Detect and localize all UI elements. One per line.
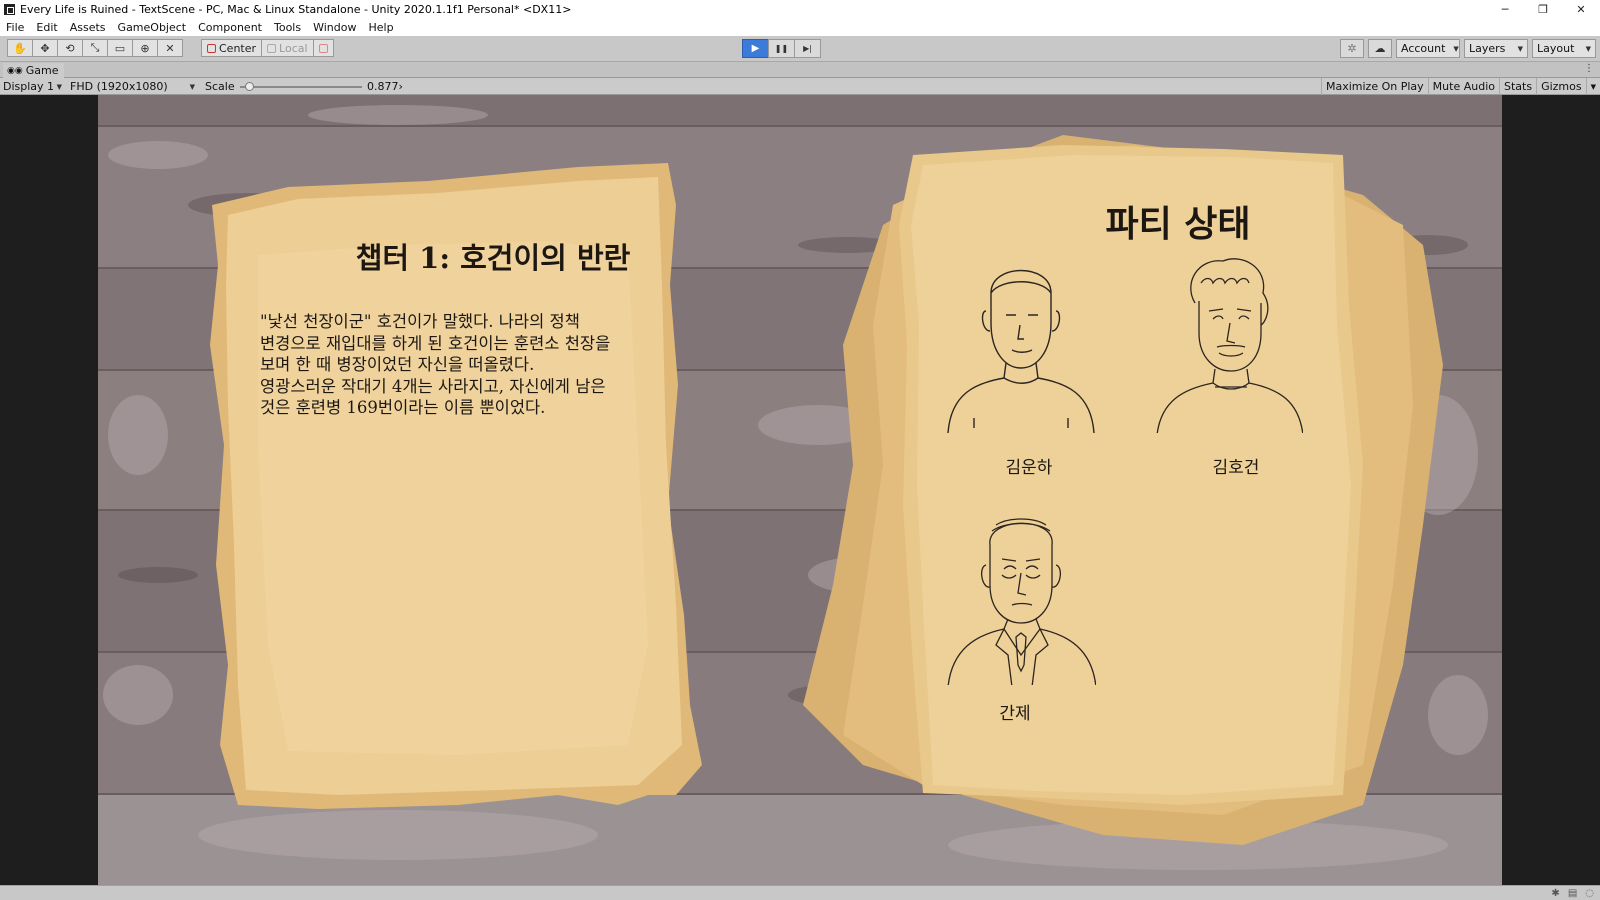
- gamepad-icon: ◉◉: [7, 65, 23, 76]
- layout-label: Layout: [1537, 42, 1575, 55]
- rotation-icon: [267, 43, 277, 53]
- tab-game[interactable]: ◉◉ Game: [3, 63, 65, 78]
- display-dropdown[interactable]: Display 1 ▼: [0, 79, 65, 94]
- menu-help[interactable]: Help: [362, 21, 399, 34]
- minimize-button[interactable]: ─: [1486, 0, 1524, 19]
- chapter-title: 챕터 1: 호건이의 반란: [355, 241, 631, 275]
- status-bar: ✱ ▤ ◌: [0, 885, 1600, 900]
- chevron-down-icon: ▼: [1517, 44, 1523, 53]
- maximize-on-play-toggle[interactable]: Maximize On Play: [1320, 78, 1428, 95]
- scale-tool-button[interactable]: ⤡: [82, 39, 108, 57]
- resolution-label: FHD (1920x1080): [70, 80, 168, 93]
- move-tool-button[interactable]: ✥: [32, 39, 58, 57]
- rotation-label: Local: [279, 41, 308, 55]
- scale-label: Scale: [205, 80, 235, 93]
- menu-window[interactable]: Window: [307, 21, 362, 34]
- step-button[interactable]: ▶|: [794, 39, 821, 58]
- grid-snap-button[interactable]: [312, 39, 334, 57]
- game-view-toggles: Maximize On Play Mute Audio Stats Gizmos…: [1320, 78, 1600, 95]
- pivot-center-button[interactable]: Center: [201, 39, 263, 57]
- chevron-down-icon: ▼: [1453, 44, 1459, 53]
- unity-app-icon: [4, 4, 15, 15]
- status-icons: ✱ ▤ ◌: [1551, 888, 1594, 899]
- story-text: "낯선 천장이군" 호건이가 말했다. 나라의 정책 변경으로 재입대를 하게 …: [260, 312, 611, 417]
- layers-dropdown[interactable]: Layers ▼: [1464, 39, 1528, 58]
- scale-slider[interactable]: [240, 82, 362, 91]
- layout-dropdown[interactable]: Layout ▼: [1532, 39, 1596, 58]
- chevron-down-icon: ▼: [56, 82, 62, 91]
- transform-tools: ✋ ✥ ⟲ ⤡ ▭ ⊕ ✕: [7, 39, 183, 57]
- tab-menu-icon[interactable]: ⋮: [1584, 63, 1594, 74]
- bug-icon[interactable]: ✱: [1551, 888, 1559, 899]
- pivot-controls: Center Local: [201, 39, 334, 57]
- gizmos-toggle[interactable]: Gizmos: [1536, 78, 1586, 95]
- hand-tool-button[interactable]: ✋: [7, 39, 33, 57]
- game-render[interactable]: 챕터 1: 호건이의 반란 "낯선 천장이군" 호건이가 말했다. 나라의 정책…: [98, 95, 1502, 885]
- stats-toggle[interactable]: Stats: [1498, 78, 1536, 95]
- play-controls: ▶ ❚❚ ▶|: [742, 39, 821, 58]
- play-button[interactable]: ▶: [742, 39, 769, 58]
- menu-file[interactable]: File: [0, 21, 30, 34]
- curly-hair-man-portrait: [1156, 258, 1303, 433]
- menu-gameobject[interactable]: GameObject: [112, 21, 193, 34]
- party-title: 파티 상태: [1105, 203, 1251, 245]
- display-label: Display 1: [3, 80, 55, 93]
- cloud-icon[interactable]: ☁: [1368, 39, 1392, 58]
- chevron-down-icon: ▼: [1585, 44, 1591, 53]
- window-titlebar: Every Life is Ruined - TextScene - PC, M…: [0, 0, 1600, 19]
- menu-tools[interactable]: Tools: [268, 21, 307, 34]
- console-icon[interactable]: ▤: [1568, 888, 1577, 899]
- window-controls: ─ ❐ ✕: [1486, 0, 1600, 19]
- pivot-icon: [207, 43, 216, 53]
- menu-assets[interactable]: Assets: [64, 21, 112, 34]
- grid-snap-icon: [318, 43, 328, 53]
- scale-value: 0.877›: [367, 80, 403, 93]
- resolution-dropdown[interactable]: FHD (1920x1080) ▼: [67, 79, 198, 94]
- old-man-suit-portrait: [947, 518, 1096, 685]
- layers-label: Layers: [1469, 42, 1506, 55]
- rotate-tool-button[interactable]: ⟲: [57, 39, 83, 57]
- chevron-down-icon: ▼: [189, 82, 195, 91]
- pivot-label: Center: [219, 41, 257, 55]
- party-member-name: 김운하: [1005, 458, 1053, 478]
- party-member-name: 간제: [999, 704, 1031, 724]
- young-man-portrait: [947, 269, 1095, 433]
- rect-tool-button[interactable]: ▭: [107, 39, 133, 57]
- game-view-toolbar: Display 1 ▼ FHD (1920x1080) ▼ Scale 0.877›…: [0, 78, 1600, 95]
- right-toolbar: ✲ ☁ Account ▼ Layers ▼ Layout ▼: [1340, 39, 1600, 58]
- collab-icon[interactable]: ✲: [1340, 39, 1364, 58]
- account-dropdown[interactable]: Account ▼: [1396, 39, 1460, 58]
- close-button[interactable]: ✕: [1562, 0, 1600, 19]
- refresh-icon[interactable]: ◌: [1585, 888, 1594, 899]
- scale-slider-thumb[interactable]: [244, 82, 254, 91]
- tab-game-label: Game: [25, 64, 59, 77]
- mute-audio-toggle[interactable]: Mute Audio: [1427, 78, 1499, 95]
- account-label: Account: [1401, 42, 1446, 55]
- main-toolbar: ✋ ✥ ⟲ ⤡ ▭ ⊕ ✕ Center Local ▶ ❚❚ ▶| ✲ ☁ A…: [0, 36, 1600, 62]
- game-viewport[interactable]: 챕터 1: 호건이의 반란 "낯선 천장이군" 호건이가 말했다. 나라의 정책…: [0, 95, 1600, 885]
- pause-button[interactable]: ❚❚: [768, 39, 795, 58]
- party-member-name: 김호건: [1212, 458, 1260, 478]
- game-tab-bar: ◉◉ Game ⋮: [0, 62, 1600, 78]
- menu-bar: File Edit Assets GameObject Component To…: [0, 19, 1600, 36]
- window-title: Every Life is Ruined - TextScene - PC, M…: [20, 3, 572, 16]
- menu-edit[interactable]: Edit: [30, 21, 63, 34]
- transform-tool-button[interactable]: ⊕: [132, 39, 158, 57]
- custom-tool-button[interactable]: ✕: [157, 39, 183, 57]
- menu-component[interactable]: Component: [192, 21, 268, 34]
- gizmos-dropdown-icon[interactable]: ▼: [1585, 78, 1600, 95]
- restore-button[interactable]: ❐: [1524, 0, 1562, 19]
- pivot-local-button[interactable]: Local: [261, 39, 314, 57]
